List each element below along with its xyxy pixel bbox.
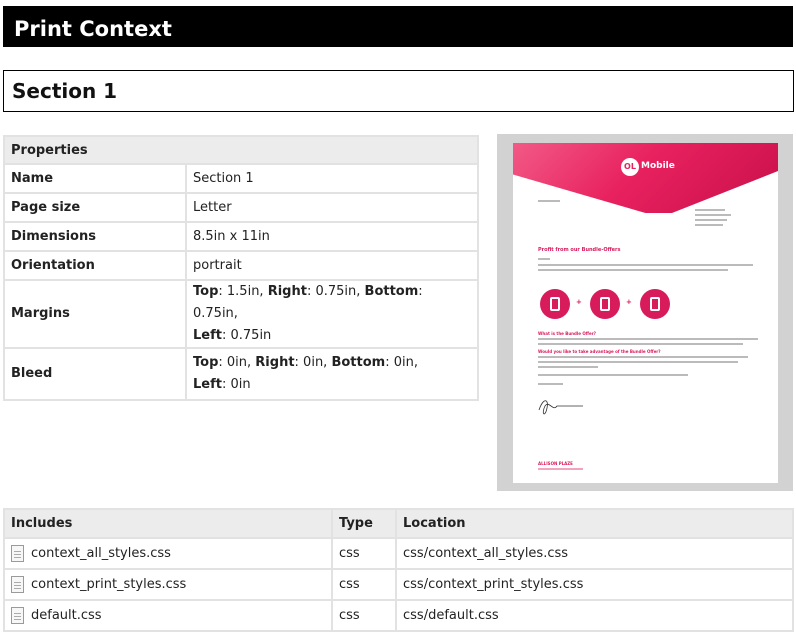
margin-left-value: : 0.75in: [221, 328, 272, 343]
include-location: css/default.css: [395, 599, 794, 632]
include-file-name: context_print_styles.css: [31, 577, 187, 592]
properties-table: Properties Name Section 1 Page size Lett…: [3, 135, 479, 401]
property-key: Page size: [3, 192, 187, 223]
preview-banner: [513, 143, 778, 213]
property-key: Dimensions: [3, 221, 187, 252]
property-value: Letter: [185, 192, 479, 223]
file-icon: [11, 607, 24, 624]
table-row[interactable]: default.css css css/default.css: [3, 599, 794, 632]
preview-address-line: [695, 224, 723, 226]
column-header-includes: Includes: [3, 508, 333, 539]
preview-plus-icon: +: [576, 298, 582, 306]
property-key: Name: [3, 163, 187, 194]
bleed-value: Top: 0in, Right: 0in, Bottom: 0in, Left: …: [185, 347, 479, 401]
include-type: css: [331, 568, 397, 601]
include-file-cell[interactable]: context_all_styles.css: [3, 537, 333, 570]
column-header-type: Type: [331, 508, 397, 539]
property-value: 8.5in x 11in: [185, 221, 479, 252]
margin-right-label: Right: [267, 284, 307, 299]
bleed-bottom-label: Bottom: [331, 355, 386, 370]
include-file-name: default.css: [31, 608, 102, 623]
property-row-bleed: Bleed Top: 0in, Right: 0in, Bottom: 0in,…: [3, 347, 479, 401]
properties-heading: Properties: [3, 135, 479, 165]
bleed-top-label: Top: [193, 355, 219, 370]
bleed-right-value: : 0in,: [294, 355, 332, 370]
property-row: Dimensions 8.5in x 11in: [3, 221, 479, 252]
include-file-cell[interactable]: context_print_styles.css: [3, 568, 333, 601]
preview-tv-icon: [590, 289, 620, 319]
property-key: Orientation: [3, 250, 187, 281]
preview-address-line: [695, 219, 727, 221]
include-location: css/context_print_styles.css: [395, 568, 794, 601]
preview-text-line: [538, 356, 748, 358]
margin-right-value: : 0.75in,: [306, 284, 365, 299]
include-type: css: [331, 599, 397, 632]
preview-doc-heading: Profit from our Bundle-Offers: [538, 247, 621, 253]
preview-heart-icon: [640, 289, 670, 319]
property-row: Name Section 1: [3, 163, 479, 194]
preview-text-line: [538, 258, 550, 260]
preview-text-line: [538, 338, 758, 340]
margin-left-label: Left: [193, 328, 222, 343]
preview-footer-name: ALLISON PLAZE: [538, 461, 573, 466]
bleed-left-label: Left: [193, 377, 222, 392]
margin-top-label: Top: [193, 284, 219, 299]
section-preview-thumbnail: OL Mobile Profit from our Bundle-Offers …: [497, 134, 793, 491]
preview-text-line: [538, 361, 738, 363]
property-key: Margins: [3, 279, 187, 349]
preview-text-line: [538, 264, 753, 266]
preview-logo-badge: OL: [621, 158, 639, 176]
preview-date-line: [538, 200, 560, 202]
property-key: Bleed: [3, 347, 187, 401]
bleed-right-label: Right: [255, 355, 295, 370]
properties-header-row: Properties: [3, 135, 479, 165]
property-row-margins: Margins Top: 1.5in, Right: 0.75in, Botto…: [3, 279, 479, 349]
property-value: portrait: [185, 250, 479, 281]
includes-table: Includes Type Location context_all_style…: [3, 508, 794, 632]
property-row: Orientation portrait: [3, 250, 479, 281]
bleed-top-value: : 0in,: [218, 355, 256, 370]
property-row: Page size Letter: [3, 192, 479, 223]
preview-phone-icon: [540, 289, 570, 319]
bleed-left-value: : 0in: [221, 377, 251, 392]
preview-text-line: [538, 343, 743, 345]
include-file-cell[interactable]: default.css: [3, 599, 333, 632]
preview-subheading: Would you like to take advantage of the …: [538, 349, 661, 354]
bleed-bottom-value: : 0in,: [385, 355, 418, 370]
preview-logo-text: Mobile: [641, 161, 675, 171]
preview-subheading: What is the Bundle Offer?: [538, 331, 597, 336]
preview-text-line: [538, 383, 563, 385]
include-file-name: context_all_styles.css: [31, 546, 171, 561]
section-title: Section 1: [3, 70, 794, 112]
margin-bottom-label: Bottom: [364, 284, 419, 299]
includes-header-row: Includes Type Location: [3, 508, 794, 539]
file-icon: [11, 576, 24, 593]
include-type: css: [331, 537, 397, 570]
preview-text-line: [538, 366, 598, 368]
preview-text-line: [538, 269, 728, 271]
preview-text-line: [538, 374, 688, 376]
margin-top-value: : 1.5in,: [218, 284, 268, 299]
preview-signature: [538, 400, 583, 415]
include-location: css/context_all_styles.css: [395, 537, 794, 570]
preview-address-line: [695, 209, 725, 211]
page-title: Print Context: [3, 6, 793, 47]
preview-footer-line: [538, 468, 583, 470]
margins-value: Top: 1.5in, Right: 0.75in, Bottom : 0.75i…: [185, 279, 479, 349]
table-row[interactable]: context_print_styles.css css css/context…: [3, 568, 794, 601]
property-value: Section 1: [185, 163, 479, 194]
preview-plus-icon: +: [626, 298, 632, 306]
preview-address-line: [695, 214, 731, 216]
preview-page: OL Mobile Profit from our Bundle-Offers …: [513, 143, 778, 483]
column-header-location: Location: [395, 508, 794, 539]
file-icon: [11, 545, 24, 562]
table-row[interactable]: context_all_styles.css css css/context_a…: [3, 537, 794, 570]
